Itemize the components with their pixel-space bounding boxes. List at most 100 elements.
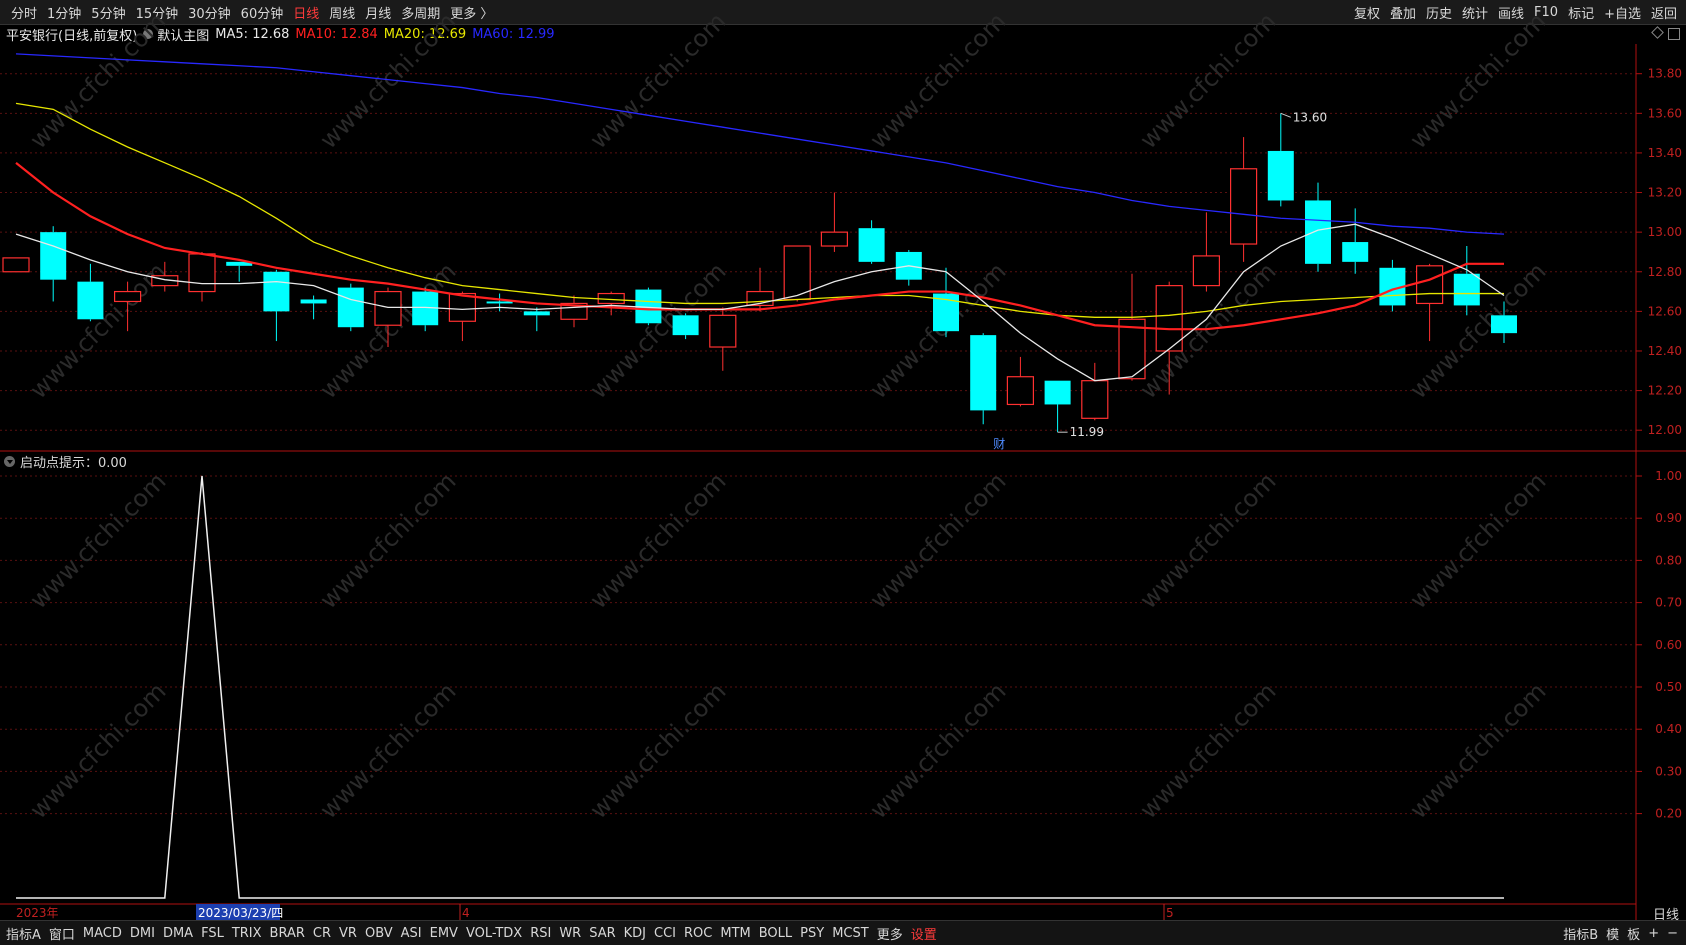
candle-body-down bbox=[1342, 242, 1369, 262]
watermark-text: www.cfchi.com bbox=[24, 677, 171, 824]
candle-body-down bbox=[523, 311, 550, 316]
watermark-text: www.cfchi.com bbox=[314, 677, 461, 824]
bottom_tabs-23[interactable]: MCST bbox=[828, 926, 873, 941]
price-tick-label: 13.80 bbox=[1648, 67, 1682, 81]
watermark-text: www.cfchi.com bbox=[864, 677, 1011, 824]
high-label: 13.60 bbox=[1293, 110, 1327, 124]
indicator-tabs: 指标A 窗口 MACD DMI DMA FSL TRIX BRAR CR VR OBV ASI EMV V… bbox=[2, 921, 941, 945]
indicator-tick-label: 0.70 bbox=[1655, 596, 1682, 610]
bottom_tabs-11[interactable]: ASI bbox=[397, 926, 426, 941]
bottom_tabs-19[interactable]: ROC bbox=[680, 926, 716, 941]
bottom_tabs-4[interactable]: DMA bbox=[159, 926, 197, 941]
candle-body-down bbox=[263, 271, 290, 312]
candle-body-up bbox=[709, 314, 737, 348]
candle-body-up bbox=[448, 292, 476, 322]
price-tick-label: 12.80 bbox=[1648, 265, 1682, 279]
watermark-text: www.cfchi.com bbox=[314, 467, 461, 614]
watermark-text: www.cfchi.com bbox=[864, 7, 1011, 154]
cursor-date-label: 2023/03/23/四 bbox=[198, 906, 283, 920]
watermark-text: www.cfchi.com bbox=[1134, 677, 1281, 824]
candle-body-down bbox=[1453, 273, 1480, 306]
candle-body-down bbox=[1305, 200, 1331, 264]
watermark-text: www.cfchi.com bbox=[1404, 467, 1551, 614]
axes: 13.80 13.60 13.40 13.20 13.00 12.80 12.60 12.40… bbox=[1636, 67, 1682, 821]
bottom_tabs-7[interactable]: BRAR bbox=[266, 926, 309, 941]
watermark-text: www.cfchi.com bbox=[864, 467, 1011, 614]
candle-body-up bbox=[1192, 255, 1221, 287]
bottom_tabs-20[interactable]: MTM bbox=[716, 926, 754, 941]
bottom_tabs-17[interactable]: KDJ bbox=[620, 926, 650, 941]
bottom_tabs-2[interactable]: MACD bbox=[79, 926, 126, 941]
bottom_tabs-1[interactable]: 窗口 bbox=[45, 924, 79, 943]
bottom-right-controls: 指标B 模板 + − bbox=[1559, 921, 1682, 945]
candle-body-up bbox=[2, 257, 30, 273]
watermark-text: www.cfchi.com bbox=[584, 7, 731, 154]
candle-body-up bbox=[1229, 168, 1258, 245]
indicator-tick-label: 0.20 bbox=[1655, 807, 1682, 821]
candle-body-down bbox=[40, 232, 67, 280]
bottom_tabs-15[interactable]: WR bbox=[555, 926, 585, 941]
bottom_tabs-5[interactable]: FSL bbox=[197, 926, 228, 941]
price-tick-label: 12.00 bbox=[1648, 423, 1682, 437]
watermark-text: www.cfchi.com bbox=[314, 7, 461, 154]
bottom_right-1[interactable]: 模 bbox=[1602, 924, 1623, 943]
bottom_right-3[interactable]: + bbox=[1644, 926, 1663, 941]
month-apr-label: 4 bbox=[462, 906, 470, 920]
bottom_tabs-0[interactable]: 指标A bbox=[2, 924, 45, 943]
bottom_tabs-16[interactable]: SAR bbox=[585, 926, 619, 941]
bottom_tabs-3[interactable]: DMI bbox=[126, 926, 159, 941]
price-tick-label: 12.60 bbox=[1648, 304, 1682, 318]
watermarks: www.cfchi.com www.cfchi.com www.cfchi.com w… bbox=[24, 7, 1551, 824]
indicator-tick-label: 1.00 bbox=[1655, 469, 1682, 483]
bottom_tabs-14[interactable]: RSI bbox=[526, 926, 555, 941]
indicator-tick-label: 0.30 bbox=[1655, 764, 1682, 778]
price-tick-label: 13.00 bbox=[1648, 225, 1682, 239]
watermark-text: www.cfchi.com bbox=[584, 467, 731, 614]
bottom_tabs-25[interactable]: 设置 bbox=[907, 924, 941, 943]
indicator-menu-icon[interactable] bbox=[4, 456, 15, 467]
bottom_tabs-9[interactable]: VR bbox=[335, 926, 361, 941]
watermark-text: www.cfchi.com bbox=[1404, 7, 1551, 154]
candle-body-down bbox=[1491, 315, 1517, 334]
chart-area[interactable]: www.cfchi.com www.cfchi.com www.cfchi.com w… bbox=[0, 0, 1686, 920]
watermark-text: www.cfchi.com bbox=[24, 467, 171, 614]
indicator-tick-label: 0.80 bbox=[1655, 553, 1682, 567]
candle-body-down bbox=[300, 299, 327, 304]
bottom_tabs-12[interactable]: EMV bbox=[426, 926, 462, 941]
finance-mark: 财 bbox=[993, 437, 1005, 451]
indicator-tick-label: 0.60 bbox=[1655, 638, 1682, 652]
bottom_tabs-18[interactable]: CCI bbox=[650, 926, 680, 941]
candle-body-up bbox=[1081, 380, 1109, 419]
candles bbox=[2, 113, 1517, 433]
candle-body-down bbox=[486, 301, 513, 304]
candle-body-down bbox=[1267, 150, 1294, 201]
indicator-label[interactable]: 启动点提示：0.00 bbox=[4, 452, 127, 471]
bottom_tabs-22[interactable]: PSY bbox=[796, 926, 828, 941]
price-tick-label: 12.40 bbox=[1648, 344, 1682, 358]
bottom_right-4[interactable]: − bbox=[1663, 926, 1682, 941]
bottom_tabs-21[interactable]: BOLL bbox=[755, 926, 796, 941]
bottom_tabs-24[interactable]: 更多 bbox=[873, 924, 907, 943]
candle-body-down bbox=[77, 281, 104, 320]
candle-body-down bbox=[858, 228, 885, 262]
candle-body-down bbox=[337, 287, 364, 328]
indicator-tick-label: 0.40 bbox=[1655, 722, 1682, 736]
watermark-text: www.cfchi.com bbox=[584, 677, 731, 824]
watermark-text: www.cfchi.com bbox=[1404, 677, 1551, 824]
indicator-tick-label: 0.50 bbox=[1655, 680, 1682, 694]
candle-body-down bbox=[1044, 380, 1071, 405]
candle-body-up bbox=[820, 231, 849, 247]
month-may-label: 5 bbox=[1166, 906, 1174, 920]
date-year-label: 2023年 bbox=[16, 906, 59, 920]
bottom_tabs-13[interactable]: VOL-TDX bbox=[462, 926, 526, 941]
bottom_tabs-10[interactable]: OBV bbox=[361, 926, 397, 941]
candle-body-up bbox=[113, 290, 142, 303]
bottom_right-2[interactable]: 板 bbox=[1623, 924, 1644, 943]
bottom_tabs-8[interactable]: CR bbox=[309, 926, 335, 941]
bottom_tabs-6[interactable]: TRIX bbox=[228, 926, 266, 941]
price-tick-label: 13.20 bbox=[1648, 186, 1682, 200]
candle-body-down bbox=[970, 335, 997, 411]
candle-body-up bbox=[374, 290, 402, 326]
price-tick-label: 13.40 bbox=[1648, 146, 1682, 160]
bottom_right-0[interactable]: 指标B bbox=[1559, 924, 1602, 943]
